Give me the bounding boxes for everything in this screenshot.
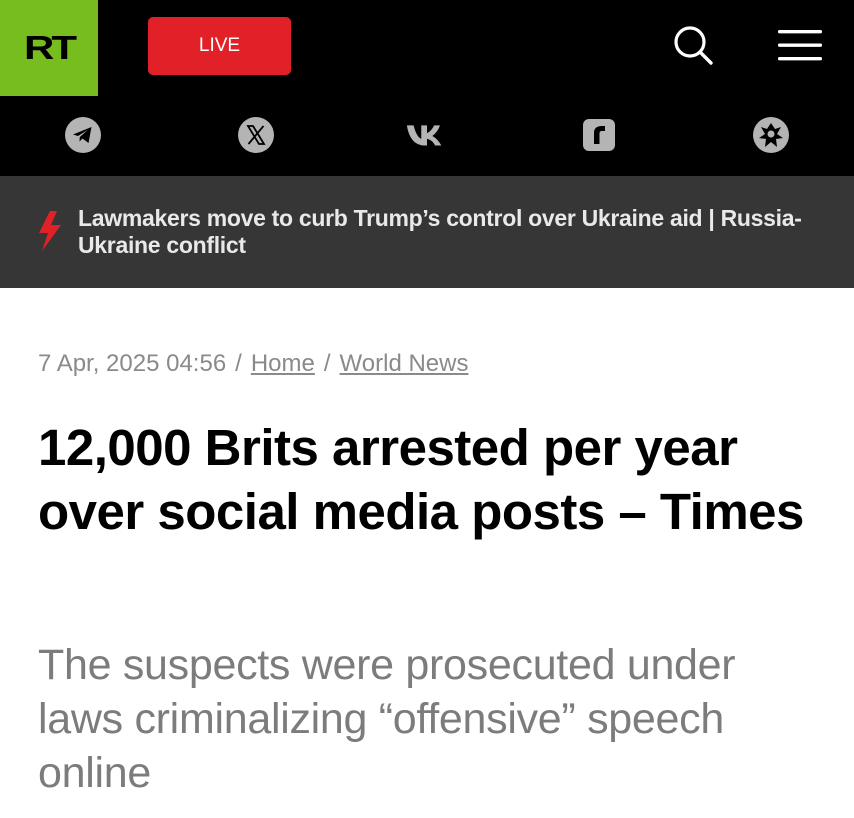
rt-logo[interactable]: RT [0, 0, 98, 96]
article-headline: 12,000 Brits arrested per year over soci… [38, 419, 804, 540]
vk-icon[interactable] [405, 113, 449, 157]
lightning-bolt-icon [39, 211, 61, 251]
article-meta: 7 Apr, 2025 04:56 / Home / World News [38, 350, 468, 378]
telegram-icon[interactable] [61, 113, 105, 157]
breadcrumb-world-news-link[interactable]: World News [340, 350, 469, 377]
rumble-icon[interactable] [577, 113, 621, 157]
article-summary: The suspects were prosecuted under laws … [38, 641, 736, 797]
logo-text: RT [24, 28, 77, 67]
breaking-news-ticker[interactable]: Lawmakers move to curb Trump’s control o… [0, 176, 854, 288]
breadcrumb-home-link[interactable]: Home [251, 350, 315, 377]
publish-date: 7 Apr, 2025 04:56 [38, 350, 227, 377]
live-button[interactable]: LIVE [148, 17, 291, 75]
hamburger-menu-icon[interactable] [776, 27, 824, 63]
ticker-headline[interactable]: Lawmakers move to curb Trump’s control o… [78, 205, 808, 259]
x-icon[interactable] [234, 113, 278, 157]
site-header: RT LIVE [0, 0, 854, 176]
breadcrumb-separator: / [323, 350, 331, 377]
breadcrumb-separator: / [235, 350, 242, 377]
search-icon[interactable] [672, 24, 714, 66]
odysee-icon[interactable] [749, 113, 793, 157]
